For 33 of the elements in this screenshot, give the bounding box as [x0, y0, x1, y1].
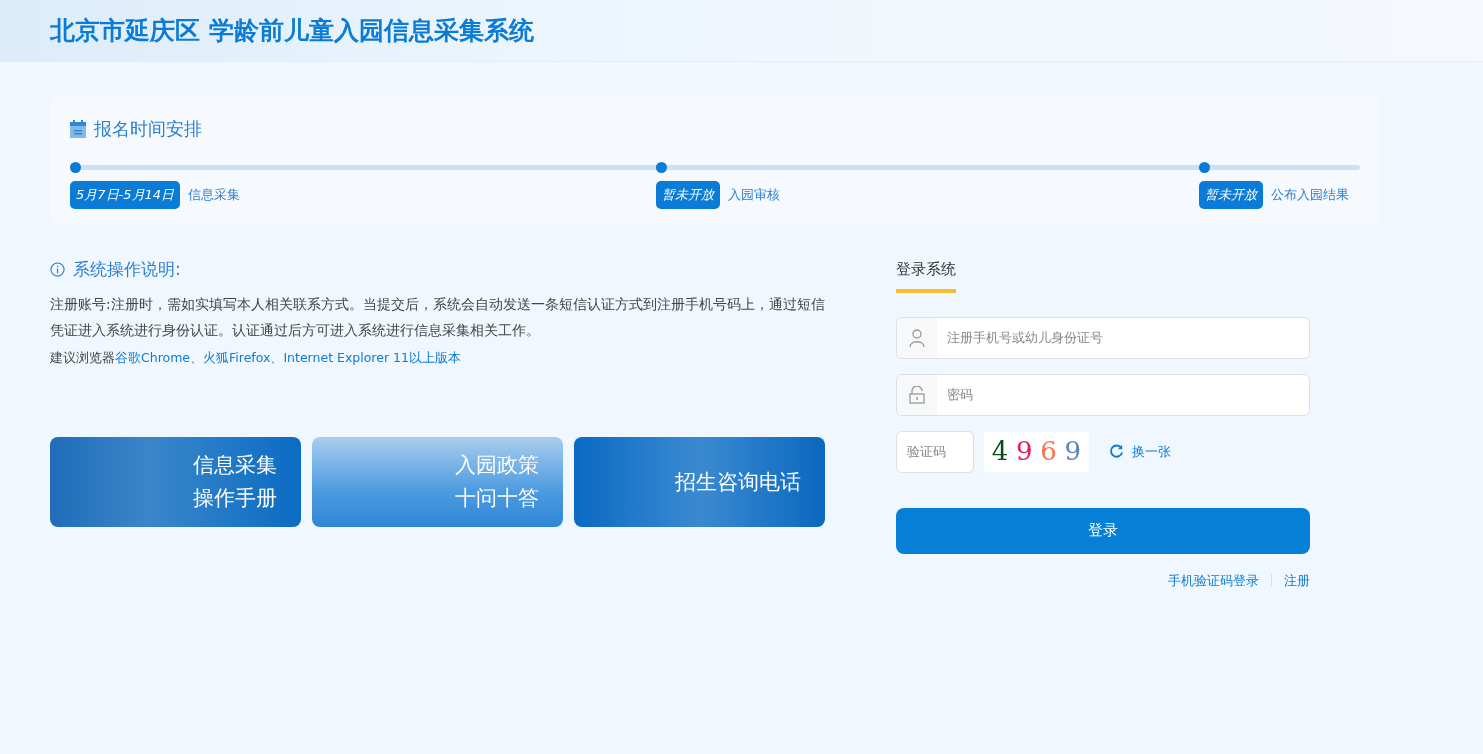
username-field[interactable]: 注册手机号或幼儿身份证号 — [896, 316, 1310, 359]
guide-card-link[interactable]: 招生咨询电话 — [574, 437, 825, 528]
captcha-field[interactable]: 验证码 — [896, 430, 974, 473]
stage-label: 公布入园结果 — [1271, 186, 1349, 204]
browser-note-label: 建议浏览器 — [50, 349, 115, 365]
stage-label: 信息采集 — [188, 186, 241, 204]
guide-card-link[interactable]: 信息采集 操作手册 — [50, 437, 301, 528]
site-title: 北京市延庆区 学龄前儿童入园信息采集系统 — [50, 14, 534, 47]
login-tab[interactable]: 登录系统 — [896, 258, 956, 293]
instructions-title: 系统操作说明: — [73, 258, 181, 281]
login-button[interactable]: 登录 — [896, 507, 1310, 554]
lock-icon — [909, 385, 925, 404]
schedule-title: 报名时间安排 — [94, 117, 202, 141]
stage-label: 入园审核 — [728, 186, 780, 204]
info-icon — [50, 262, 65, 278]
captcha-digit: 9 — [1016, 435, 1033, 468]
password-field[interactable]: 密码 — [896, 373, 1310, 416]
captcha-digit: 9 — [1064, 435, 1082, 468]
guide-card-link[interactable]: 入园政策 十问十答 — [312, 437, 563, 528]
date-badge: 5月7日-5月14日 — [70, 181, 181, 209]
captcha-image[interactable]: 4 9 6 9 — [984, 431, 1089, 472]
date-badge: 暂未开放 — [656, 181, 720, 209]
refresh-captcha-button[interactable]: 换一张 — [1109, 441, 1171, 462]
login-link[interactable]: 注册 — [1284, 570, 1310, 590]
browser-note-text: 谷歌Chrome、火狐Firefox、Internet Explorer 11以上版本 — [115, 349, 461, 365]
captcha-digit: 4 — [991, 435, 1009, 468]
login-link[interactable]: 手机验证码登录 — [1168, 570, 1259, 590]
instructions-text: 注册账号:注册时，需如实填写本人相关联系方式。当提交后，系统会自动发送一条短信认证方式到注册手机号码上，通过短信凭证进入系统进行身份认证。认证通过后方可进入系统进行信息采集相关工作。 — [50, 294, 826, 340]
captcha-digit: 6 — [1040, 435, 1057, 468]
calendar-icon — [70, 119, 86, 138]
date-badge: 暂未开放 — [1199, 181, 1263, 209]
refresh-icon — [1109, 444, 1124, 459]
user-icon — [909, 328, 925, 347]
